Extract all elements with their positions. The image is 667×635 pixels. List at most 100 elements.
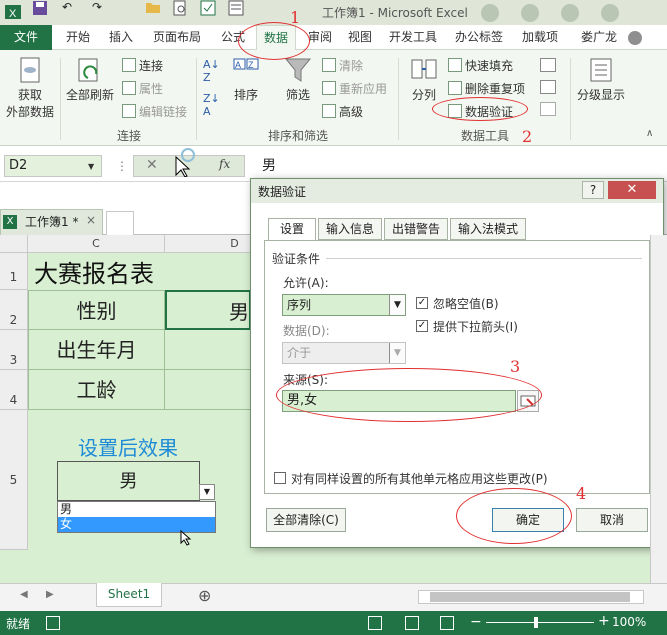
user-name[interactable]: 娄广龙 [573, 25, 625, 50]
ignore-blank-checkbox[interactable]: ✓ [416, 297, 428, 309]
allow-select[interactable]: 序列 [282, 294, 406, 316]
cell-label-birth[interactable]: 出生年月 [28, 330, 165, 370]
clear-all-button[interactable]: 全部清除(C) [266, 508, 346, 532]
demo-chevron-down-icon[interactable]: ▼ [199, 484, 215, 500]
name-box-chevron-down-icon[interactable]: ▼ [88, 162, 94, 171]
text-to-columns-button[interactable]: 分列 [404, 56, 444, 103]
in-cell-dropdown-checkbox[interactable]: ✓ [416, 320, 428, 332]
cell-label-gender[interactable]: 性别 [28, 290, 165, 330]
tab-file[interactable]: 文件 [0, 25, 52, 50]
tab-settings[interactable]: 设置 [268, 218, 316, 241]
zoom-level[interactable]: 100% [612, 615, 646, 629]
vertical-scrollbar[interactable] [650, 235, 667, 583]
tab-office-tab[interactable]: 办公标签 [449, 25, 509, 50]
refresh-icon [76, 56, 104, 84]
sheet-tab-sheet1[interactable]: Sheet1 [96, 583, 162, 607]
form-icon[interactable] [228, 0, 244, 19]
page-layout-view-icon[interactable] [405, 616, 419, 630]
redo-icon[interactable]: ↷ [92, 0, 102, 14]
macro-record-icon[interactable] [46, 616, 60, 630]
avatar[interactable] [628, 31, 642, 45]
save-icon[interactable] [32, 0, 48, 19]
print-preview-icon[interactable] [172, 0, 188, 19]
filter-button[interactable]: 筛选 [278, 56, 318, 103]
collapse-ribbon-icon[interactable]: ∧ [646, 128, 653, 139]
tab-developer[interactable]: 开发工具 [383, 25, 443, 50]
cell-value-birth[interactable] [165, 330, 251, 370]
horizontal-scroll-thumb[interactable] [430, 592, 630, 602]
row-header-3[interactable]: 3 [0, 330, 28, 370]
open-folder-icon[interactable] [145, 0, 161, 17]
excel-file-icon: X [3, 215, 17, 229]
tab-home[interactable]: 开始 [60, 25, 96, 50]
get-external-data-button[interactable]: 获取 外部数据 [2, 56, 58, 120]
tab-error-alert[interactable]: 出错警告 [384, 218, 448, 240]
tab-view[interactable]: 视图 [342, 25, 378, 50]
cell-value-gender[interactable]: 男 [165, 290, 251, 330]
group-label-connections: 连接 [116, 129, 141, 143]
quick-access-icon[interactable] [200, 0, 216, 19]
outline-button[interactable]: 分级显示 [574, 56, 628, 103]
remove-duplicates-button[interactable]: 删除重复项 [448, 79, 525, 99]
tab-ime-mode[interactable]: 输入法模式 [450, 218, 526, 240]
row-header-1[interactable]: 1 [0, 253, 28, 290]
reapply-icon [322, 81, 336, 95]
zoom-in-icon[interactable]: + [598, 613, 610, 629]
formula-input[interactable]: 男 [250, 155, 667, 177]
edit-links-button[interactable]: 编辑链接 [122, 102, 187, 122]
close-button[interactable]: ✕ [608, 181, 656, 199]
filter-icon [284, 56, 312, 84]
demo-option-male[interactable]: 男 [60, 502, 215, 516]
new-tab-button[interactable] [106, 211, 134, 235]
tab-page-layout[interactable]: 页面布局 [146, 25, 208, 50]
zoom-out-icon[interactable]: − [470, 614, 482, 630]
page-break-view-icon[interactable] [440, 616, 454, 630]
insert-function-icon[interactable]: fx [219, 157, 230, 171]
cancel-button[interactable]: 取消 [576, 508, 648, 532]
select-all-corner[interactable] [0, 235, 28, 253]
cell-value-work-years[interactable] [165, 370, 251, 410]
demo-dropdown-cell[interactable]: 男 [57, 461, 200, 501]
relationships-icon[interactable] [540, 102, 556, 116]
cancel-entry-icon[interactable]: ✕ [146, 157, 158, 173]
tab-addins[interactable]: 加载项 [516, 25, 564, 50]
allow-chevron-down-icon[interactable]: ▼ [389, 295, 405, 315]
tab-insert[interactable]: 插入 [103, 25, 139, 50]
cursor-arrow-icon [180, 529, 192, 549]
what-if-icon[interactable] [540, 80, 556, 94]
flash-fill-button[interactable]: 快速填充 [448, 56, 513, 76]
scroll-left-icon[interactable]: ◀ [20, 589, 28, 600]
clear-filter-button[interactable]: 清除 [322, 56, 363, 76]
reapply-button[interactable]: 重新应用 [322, 79, 387, 99]
normal-view-icon[interactable] [368, 616, 382, 630]
connections-button[interactable]: 连接 [122, 56, 163, 76]
close-tab-icon[interactable]: × [86, 213, 96, 227]
zoom-slider[interactable] [486, 622, 594, 623]
add-sheet-icon[interactable]: ⊕ [198, 586, 211, 605]
tab-input-message[interactable]: 输入信息 [318, 218, 382, 240]
annotation-oval-data-validation [432, 97, 528, 121]
undo-icon[interactable]: ↶ [62, 0, 72, 14]
refresh-all-button[interactable]: 全部刷新 [62, 56, 118, 103]
connections-icon [122, 58, 136, 72]
remove-duplicates-icon [448, 81, 462, 95]
data-chevron-down-icon[interactable]: ▼ [389, 343, 405, 363]
row-header-5[interactable]: 5 [0, 410, 28, 550]
scroll-right-icon[interactable]: ▶ [46, 589, 54, 600]
zoom-slider-thumb[interactable] [534, 617, 538, 628]
apply-all-checkbox[interactable] [274, 472, 286, 484]
consolidate-icon[interactable] [540, 58, 556, 72]
sort-az-icon[interactable]: A↓ Z [203, 58, 220, 84]
row-header-4[interactable]: 4 [0, 370, 28, 410]
sort-icon: AZ [232, 56, 260, 84]
sort-za-icon[interactable]: Z↓ A [203, 92, 220, 118]
sort-button[interactable]: AZ 排序 [228, 56, 264, 103]
data-select[interactable]: 介于 [282, 342, 406, 364]
row-header-2[interactable]: 2 [0, 290, 28, 330]
help-button[interactable]: ? [582, 181, 604, 199]
properties-button[interactable]: 属性 [122, 79, 163, 99]
column-header-c[interactable]: C [28, 235, 165, 253]
advanced-filter-button[interactable]: 高级 [322, 102, 363, 122]
cell-label-work-years[interactable]: 工龄 [28, 370, 165, 410]
ribbon-divider [570, 58, 571, 140]
